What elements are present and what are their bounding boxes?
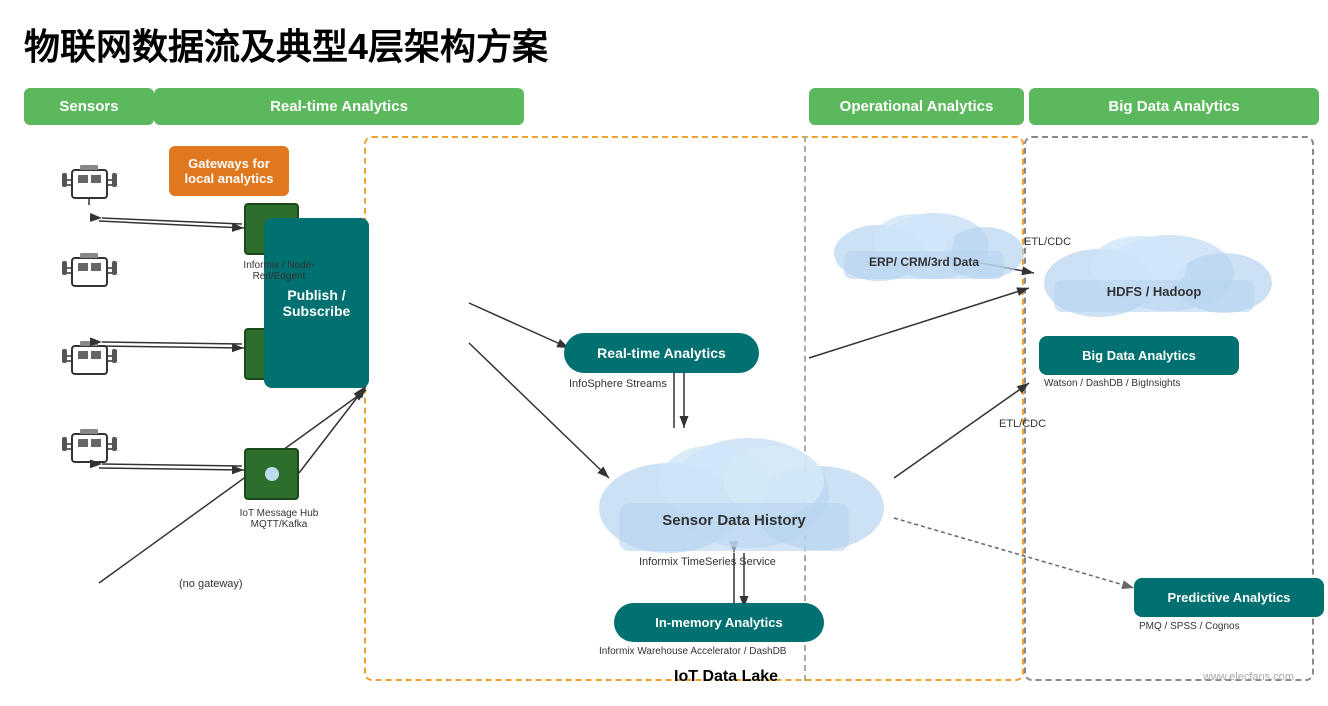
sensors-header: Sensors (24, 88, 154, 125)
bigdata-inner-label: Big Data Analytics (1082, 348, 1196, 363)
predictive-sub-label: PMQ / SPSS / Cognos (1139, 621, 1240, 632)
realtime-header-container: Real-time Analytics (154, 88, 524, 125)
bigdata-inner-box: Big Data Analytics (1039, 336, 1239, 375)
device-1-label: Informix / Node-Red/Edgent (234, 260, 324, 282)
predictive-analytics-label: Predictive Analytics (1167, 590, 1290, 605)
operational-header: Operational Analytics (809, 88, 1024, 125)
etl-cdc-label-1: ETL/CDC (1024, 236, 1071, 248)
sensor-icons (52, 155, 127, 479)
in-memory-box: In-memory Analytics (614, 603, 824, 642)
operational-header-container: Operational Analytics (809, 88, 1024, 125)
svg-text:ERP/ CRM/3rd Data: ERP/ CRM/3rd Data (869, 255, 979, 269)
pubsub-box: Publish / Subscribe (264, 218, 369, 388)
main-content: Sensors (24, 88, 1304, 688)
etl-cdc-label-2: ETL/CDC (999, 418, 1046, 430)
sensor-icon-2 (52, 243, 127, 298)
device-3-label: IoT Message HubMQTT/Kafka (229, 508, 329, 530)
sensor-3 (52, 331, 127, 391)
erp-crm-cloud: ERP/ CRM/3rd Data (824, 208, 1024, 283)
in-memory-label: In-memory Analytics (655, 615, 782, 630)
no-gateway-label: (no gateway) (179, 578, 243, 590)
rt-sub-label: InfoSphere Streams (569, 378, 667, 390)
realtime-header: Real-time Analytics (154, 88, 524, 125)
predictive-analytics-box: Predictive Analytics (1134, 578, 1324, 617)
informix-timeseries-label: Informix TimeSeries Service (639, 556, 776, 568)
pubsub-label: Publish / Subscribe (276, 287, 357, 319)
sensor-4 (52, 419, 127, 479)
watermark: www.elecfans.com (1203, 671, 1294, 683)
sensors-column: Sensors (24, 88, 154, 688)
device-box-3 (244, 448, 299, 500)
sensor-icon-4 (52, 419, 127, 474)
sensor-icon-1 (52, 155, 127, 210)
bigdata-header-container: Big Data Analytics (1029, 88, 1319, 125)
v-divider-1 (804, 136, 806, 681)
gateway-label: Gateways for local analytics (185, 156, 274, 186)
rt-analytics-label: Real-time Analytics (597, 345, 726, 361)
sensor-1 (52, 155, 127, 215)
svg-text:Sensor Data History: Sensor Data History (662, 512, 806, 529)
rt-analytics-inner: Real-time Analytics (564, 333, 759, 373)
bigdata-header: Big Data Analytics (1029, 88, 1319, 125)
bigdata-sub-label: Watson / DashDB / BigInsights (1044, 378, 1180, 389)
page-container: 物联网数据流及典型4层架构方案 Sensors (0, 0, 1328, 698)
gateway-box: Gateways for local analytics (169, 146, 289, 196)
sensor-icon-3 (52, 331, 127, 386)
device-dot-3 (265, 467, 279, 481)
svg-text:HDFS / Hadoop: HDFS / Hadoop (1107, 284, 1202, 299)
in-memory-sub-label: Informix Warehouse Accelerator / DashDB (599, 646, 786, 657)
sensor-2 (52, 243, 127, 303)
page-title: 物联网数据流及典型4层架构方案 (24, 18, 1304, 70)
sensor-data-history-cloud: Sensor Data History (579, 413, 889, 558)
iot-datalake-label: IoT Data Lake (674, 668, 778, 686)
